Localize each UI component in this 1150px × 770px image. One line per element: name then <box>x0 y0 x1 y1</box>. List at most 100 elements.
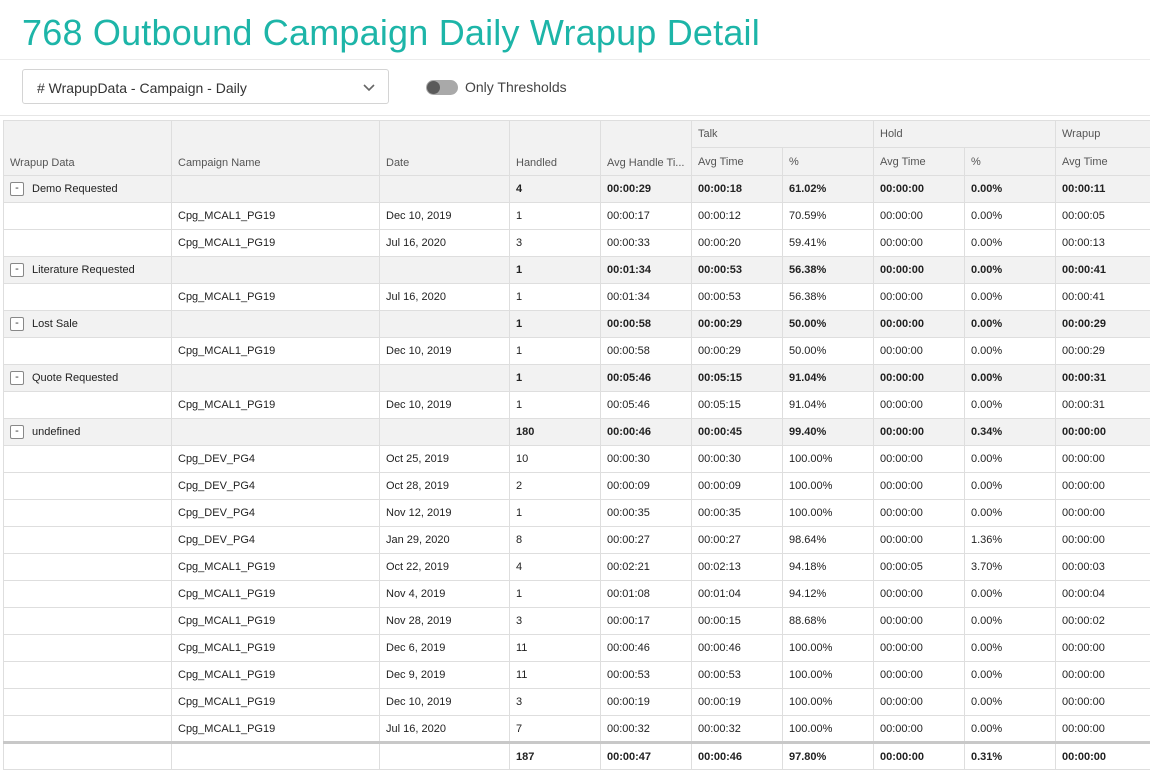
page-title: 768 Outbound Campaign Daily Wrapup Detai… <box>22 12 760 54</box>
cell-hold-time: 00:00:05 <box>874 554 965 581</box>
cell-empty <box>380 743 510 770</box>
cell-handled: 3 <box>510 230 601 257</box>
cell-hold-pct: 0.00% <box>965 311 1056 338</box>
cell-talk-time: 00:00:53 <box>692 662 783 689</box>
cell-wrapup <box>4 608 172 635</box>
table-row: Cpg_DEV_PG4Oct 28, 2019200:00:0900:00:09… <box>4 473 1150 500</box>
col-header-talk-avg-time[interactable]: Avg Time <box>692 148 783 176</box>
cell-date <box>380 365 510 392</box>
col-header-handled[interactable]: Handled <box>510 121 601 176</box>
cell-handled: 1 <box>510 257 601 284</box>
col-header-date[interactable]: Date <box>380 121 510 176</box>
cell-date <box>380 257 510 284</box>
cell-aht: 00:00:27 <box>601 527 692 554</box>
cell-talk-pct: 70.59% <box>783 203 874 230</box>
cell-talk-time: 00:00:46 <box>692 635 783 662</box>
col-header-hold-avg-time[interactable]: Avg Time <box>874 148 965 176</box>
col-header-campaign-name[interactable]: Campaign Name <box>172 121 380 176</box>
cell-talk-time: 00:02:13 <box>692 554 783 581</box>
group-header-talk: Talk <box>692 121 874 148</box>
cell-hold-time: 00:00:00 <box>874 284 965 311</box>
cell-handled: 1 <box>510 311 601 338</box>
cell-talk-pct: 100.00% <box>783 716 874 743</box>
cell-handled: 11 <box>510 635 601 662</box>
cell-talk-pct: 94.12% <box>783 581 874 608</box>
cell-campaign: Cpg_DEV_PG4 <box>172 500 380 527</box>
cell-campaign: Cpg_MCAL1_PG19 <box>172 392 380 419</box>
cell-wrapup: -Literature Requested <box>4 257 172 284</box>
cell-hold-time: 00:00:00 <box>874 230 965 257</box>
cell-campaign: Cpg_MCAL1_PG19 <box>172 608 380 635</box>
cell-campaign: Cpg_DEV_PG4 <box>172 446 380 473</box>
collapse-toggle-icon[interactable]: - <box>10 371 24 385</box>
cell-campaign: Cpg_MCAL1_PG19 <box>172 554 380 581</box>
cell-handled: 1 <box>510 203 601 230</box>
cell-wrap-time: 00:00:13 <box>1056 230 1150 257</box>
cell-aht: 00:00:30 <box>601 446 692 473</box>
cell-date: Oct 28, 2019 <box>380 473 510 500</box>
cell-hold-pct: 0.00% <box>965 473 1056 500</box>
cell-hold-pct: 0.00% <box>965 716 1056 743</box>
cell-talk-pct: 100.00% <box>783 635 874 662</box>
cell-talk-pct: 56.38% <box>783 257 874 284</box>
cell-empty <box>172 743 380 770</box>
cell-wrapup <box>4 446 172 473</box>
col-header-wrapup-avg-time[interactable]: Avg Time <box>1056 148 1150 176</box>
cell-wrapup: -Lost Sale <box>4 311 172 338</box>
cell-aht: 00:00:33 <box>601 230 692 257</box>
cell-aht: 00:02:21 <box>601 554 692 581</box>
collapse-toggle-icon[interactable]: - <box>10 425 24 439</box>
cell-handled: 1 <box>510 338 601 365</box>
cell-talk-time: 00:00:32 <box>692 716 783 743</box>
cell-hold-pct: 3.70% <box>965 554 1056 581</box>
cell-campaign <box>172 257 380 284</box>
title-divider <box>0 59 1150 60</box>
cell-wrapup <box>4 473 172 500</box>
collapse-toggle-icon[interactable]: - <box>10 182 24 196</box>
cell-handled: 3 <box>510 689 601 716</box>
cell-hold-pct: 1.36% <box>965 527 1056 554</box>
cell-wrapup <box>4 338 172 365</box>
cell-talk-pct: 100.00% <box>783 473 874 500</box>
cell-wrapup <box>4 554 172 581</box>
cell-talk-time: 00:00:53 <box>692 284 783 311</box>
col-header-hold-pct[interactable]: % <box>965 148 1056 176</box>
col-header-wrapup-data[interactable]: Wrapup Data <box>4 121 172 176</box>
total-hold-pct: 0.31% <box>965 743 1056 770</box>
cell-date: Nov 12, 2019 <box>380 500 510 527</box>
col-header-avg-handle-time[interactable]: Avg Handle Ti... <box>601 121 692 176</box>
cell-wrapup <box>4 635 172 662</box>
cell-campaign: Cpg_MCAL1_PG19 <box>172 716 380 743</box>
cell-talk-time: 00:00:29 <box>692 311 783 338</box>
collapse-toggle-icon[interactable]: - <box>10 263 24 277</box>
cell-wrapup <box>4 392 172 419</box>
cell-hold-pct: 0.00% <box>965 338 1056 365</box>
cell-aht: 00:00:32 <box>601 716 692 743</box>
cell-campaign: Cpg_MCAL1_PG19 <box>172 203 380 230</box>
group-header-hold: Hold <box>874 121 1056 148</box>
col-header-talk-pct[interactable]: % <box>783 148 874 176</box>
cell-talk-time: 00:00:15 <box>692 608 783 635</box>
cell-handled: 8 <box>510 527 601 554</box>
cell-campaign: Cpg_MCAL1_PG19 <box>172 581 380 608</box>
group-row: -undefined18000:00:4600:00:4599.40%00:00… <box>4 419 1150 446</box>
cell-talk-pct: 99.40% <box>783 419 874 446</box>
total-talk-pct: 97.80% <box>783 743 874 770</box>
cell-date: Dec 10, 2019 <box>380 203 510 230</box>
cell-hold-pct: 0.00% <box>965 608 1056 635</box>
cell-campaign: Cpg_MCAL1_PG19 <box>172 230 380 257</box>
cell-talk-time: 00:00:27 <box>692 527 783 554</box>
group-row: -Demo Requested400:00:2900:00:1861.02%00… <box>4 176 1150 203</box>
cell-talk-time: 00:00:30 <box>692 446 783 473</box>
cell-talk-time: 00:00:35 <box>692 500 783 527</box>
dataset-dropdown[interactable]: # WrapupData - Campaign - Daily <box>22 69 389 104</box>
table-row: Cpg_MCAL1_PG19Dec 6, 20191100:00:4600:00… <box>4 635 1150 662</box>
cell-hold-pct: 0.00% <box>965 446 1056 473</box>
total-talk-time: 00:00:46 <box>692 743 783 770</box>
group-label: Lost Sale <box>32 318 78 330</box>
table-row: Cpg_DEV_PG4Jan 29, 2020800:00:2700:00:27… <box>4 527 1150 554</box>
table-row: Cpg_MCAL1_PG19Nov 28, 2019300:00:1700:00… <box>4 608 1150 635</box>
only-thresholds-toggle[interactable] <box>426 80 458 95</box>
collapse-toggle-icon[interactable]: - <box>10 317 24 331</box>
total-wrap-time: 00:00:00 <box>1056 743 1150 770</box>
